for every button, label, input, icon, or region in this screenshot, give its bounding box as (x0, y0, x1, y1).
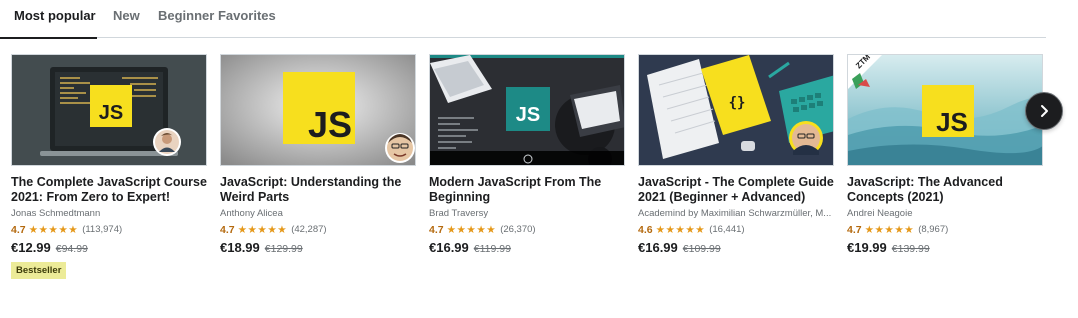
course-rating: 4.7 ★★★★★ (26,370) (429, 223, 536, 236)
tab-most-popular[interactable]: Most popular (14, 8, 96, 23)
course-thumbnail: {} (638, 54, 834, 166)
rating-stars-icon: ★★★★★ (864, 223, 915, 236)
course-title[interactable]: JavaScript: The Advanced Concepts (2021) (847, 175, 1043, 204)
course-author: Anthony Alicea (220, 208, 283, 219)
braces-logo-text: {} (729, 95, 746, 111)
course-rating: 4.7 ★★★★★ (8,967) (847, 223, 948, 236)
course-card[interactable]: ZTM JS JavaScript: The Advanced Concepts… (847, 54, 1043, 284)
rating-value: 4.7 (429, 223, 444, 236)
course-tabs: Most popular New Beginner Favorites (0, 0, 1046, 39)
current-price: €12.99 (11, 240, 51, 255)
review-count: (42,287) (291, 224, 327, 235)
rating-stars-icon: ★★★★★ (237, 223, 288, 236)
rating-stars-icon: ★★★★★ (655, 223, 706, 236)
review-count: (26,370) (500, 224, 536, 235)
course-title[interactable]: JavaScript: Understanding the Weird Part… (220, 175, 416, 204)
course-card[interactable]: JS Modern JavaScript From The Beginning … (429, 54, 625, 284)
course-card[interactable]: {} JavaScript - The Complete Guide 2021 … (638, 54, 834, 284)
original-price: €109.99 (682, 243, 721, 255)
course-price: €19.99 €139.99 (847, 240, 930, 256)
current-price: €19.99 (847, 240, 887, 255)
current-price: €18.99 (220, 240, 260, 255)
course-thumbnail: JS (11, 54, 207, 166)
course-thumbnail: JS (429, 54, 625, 166)
bestseller-badge: Bestseller (11, 262, 67, 279)
current-price: €16.99 (638, 240, 678, 255)
js-logo-text: JS (936, 107, 968, 137)
tab-new[interactable]: New (113, 8, 140, 23)
course-rating: 4.7 ★★★★★ (42,287) (220, 223, 327, 236)
rating-value: 4.7 (847, 223, 862, 236)
course-price: €12.99 €94.99 (11, 240, 88, 256)
review-count: (8,967) (918, 224, 949, 235)
rating-value: 4.7 (11, 223, 26, 236)
rating-stars-icon: ★★★★★ (28, 223, 79, 236)
course-card[interactable]: JS The Complete JavaScript Course 2021: … (11, 54, 207, 284)
rating-stars-icon: ★★★★★ (446, 223, 497, 236)
course-price: €16.99 €109.99 (638, 240, 721, 256)
course-author: Andrei Neagoie (847, 208, 913, 219)
rating-value: 4.6 (638, 223, 653, 236)
course-author: Academind by Maximilian Schwarzmüller, M… (638, 208, 832, 219)
course-rating: 4.6 ★★★★★ (16,441) (638, 223, 745, 236)
original-price: €119.99 (473, 243, 511, 255)
tab-beginner-favorites[interactable]: Beginner Favorites (158, 8, 276, 23)
course-author: Jonas Schmedtmann (11, 208, 101, 219)
course-title[interactable]: Modern JavaScript From The Beginning (429, 175, 625, 204)
course-card[interactable]: JS JavaScript: Understanding the Weird P… (220, 54, 416, 284)
original-price: €94.99 (55, 243, 88, 255)
carousel-next-button[interactable] (1025, 92, 1063, 130)
original-price: €129.99 (264, 243, 303, 255)
course-price: €16.99 €119.99 (429, 240, 511, 256)
course-rating: 4.7 ★★★★★ (113,974) (11, 223, 122, 236)
course-price: €18.99 €129.99 (220, 240, 303, 256)
course-thumbnail: ZTM JS (847, 54, 1043, 166)
original-price: €139.99 (891, 243, 930, 255)
review-count: (113,974) (82, 224, 123, 235)
course-title[interactable]: The Complete JavaScript Course 2021: Fro… (11, 175, 207, 204)
course-author: Brad Traversy (429, 208, 489, 219)
js-logo-text: JS (99, 102, 123, 124)
current-price: €16.99 (429, 240, 469, 255)
active-tab-indicator (0, 37, 97, 39)
js-logo-text: JS (308, 104, 352, 145)
js-logo-text: JS (516, 104, 540, 126)
review-count: (16,441) (709, 224, 745, 235)
rating-value: 4.7 (220, 223, 235, 236)
chevron-right-icon (1041, 105, 1048, 117)
course-title[interactable]: JavaScript - The Complete Guide 2021 (Be… (638, 175, 834, 204)
course-thumbnail: JS (220, 54, 416, 166)
